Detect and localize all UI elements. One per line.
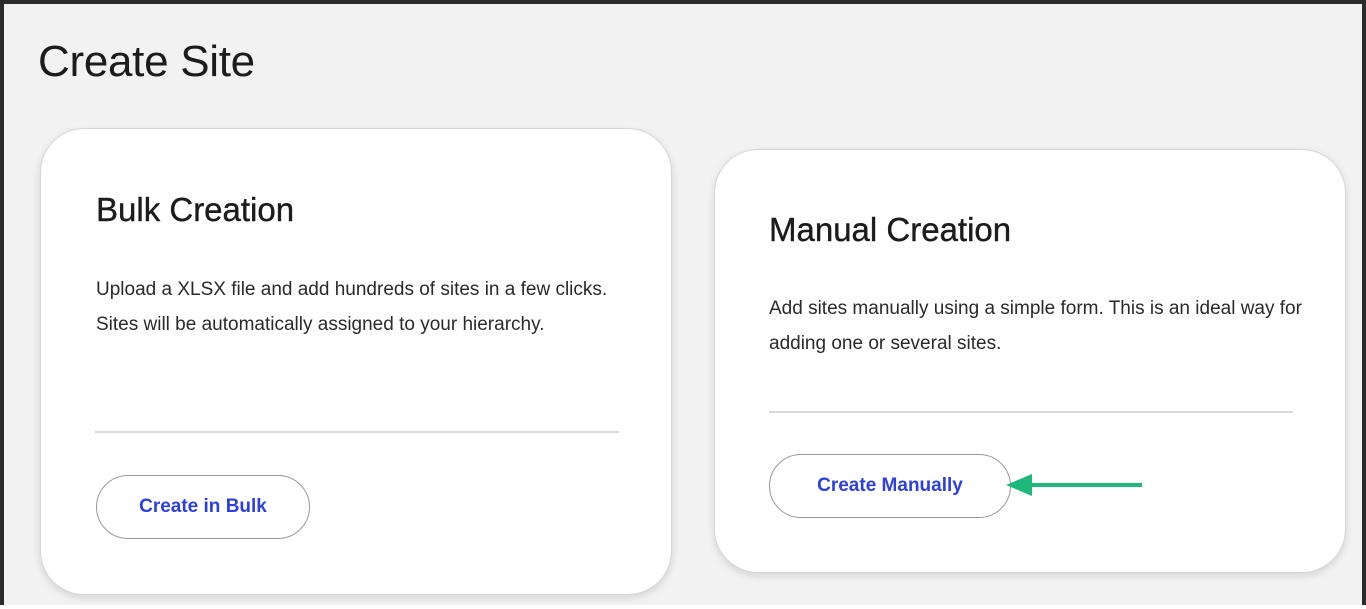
create-in-bulk-button[interactable]: Create in Bulk [96, 475, 310, 539]
bulk-creation-description: Upload a XLSX file and add hundreds of s… [96, 279, 608, 335]
manual-creation-description: Add sites manually using a simple form. … [769, 298, 1302, 354]
create-site-page: Create Site Bulk Creation Upload a XLSX … [0, 0, 1366, 605]
page-title: Create Site [38, 37, 255, 86]
create-manually-button[interactable]: Create Manually [769, 454, 1011, 518]
bulk-creation-card: Bulk Creation Upload a XLSX file and add… [40, 128, 672, 595]
bulk-creation-title: Bulk Creation [96, 191, 295, 228]
manual-creation-card: Manual Creation Add sites manually using… [714, 149, 1346, 573]
manual-card-divider [769, 411, 1293, 413]
left-arrow-icon [1006, 474, 1142, 496]
manual-creation-title: Manual Creation [769, 211, 1012, 248]
bulk-card-divider [95, 431, 619, 433]
